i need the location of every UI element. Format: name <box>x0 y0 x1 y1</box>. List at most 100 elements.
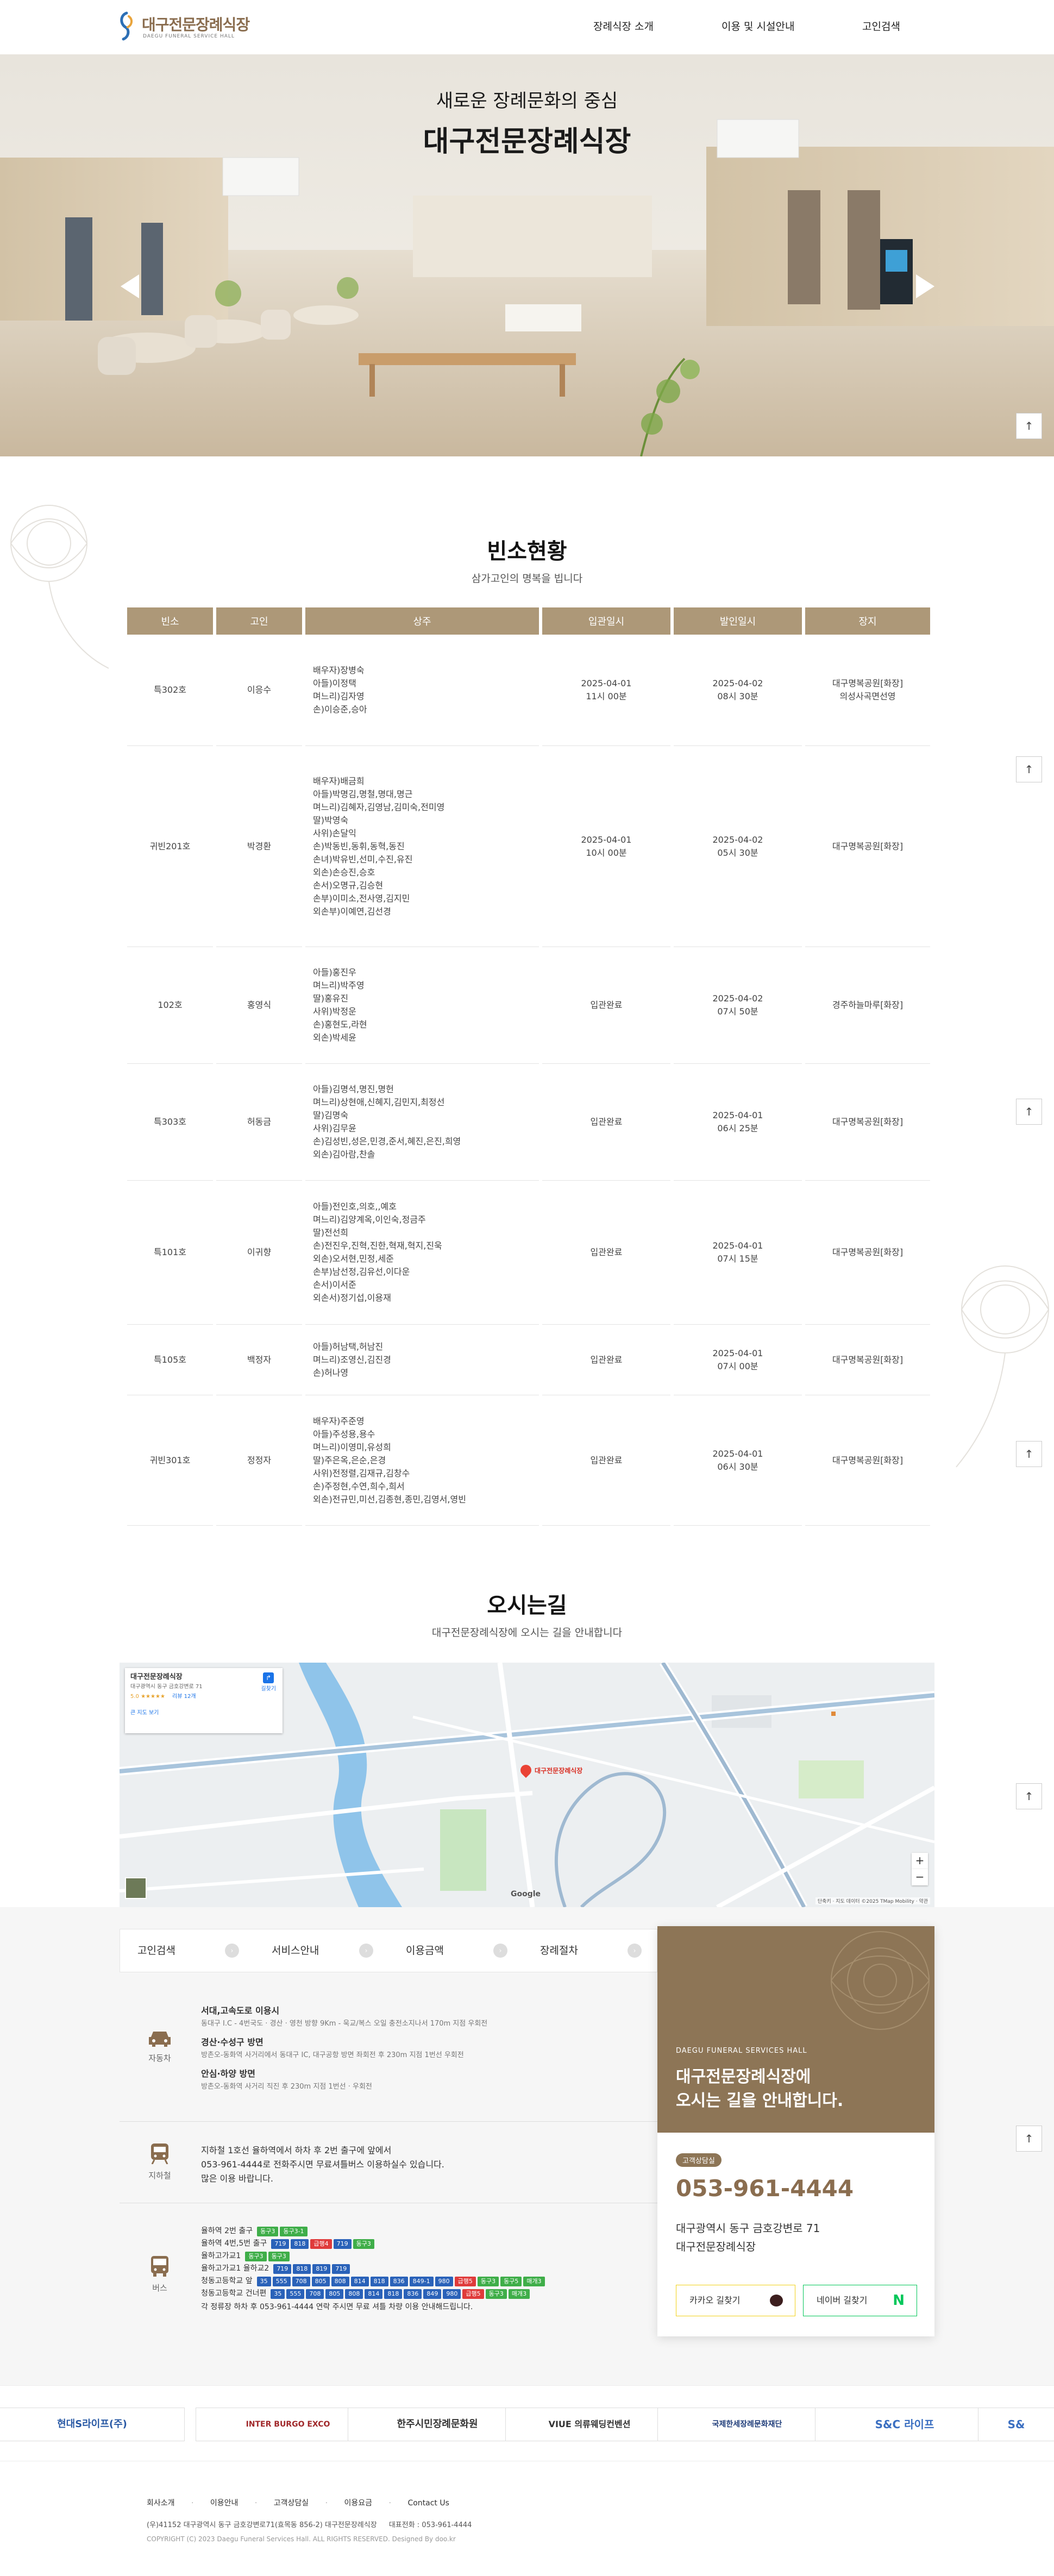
bus-route-badge: 급행5 <box>454 2277 476 2286</box>
nav-search[interactable]: 고인검색 <box>862 18 900 33</box>
entry-cell: 입관완료 <box>542 1325 670 1395</box>
bus-stop-name: 청동고등학교 건너편 <box>201 2289 267 2298</box>
deceased-cell: 이귀향 <box>216 1181 302 1325</box>
scroll-top-button[interactable]: ↑ <box>1016 756 1042 782</box>
info-tabs: 고인검색 › 서비스안내 › 이용금액 › 장례절차 › <box>120 1929 657 1972</box>
scroll-top-button[interactable]: ↑ <box>1016 1441 1042 1467</box>
room-cell: 특302호 <box>127 635 213 746</box>
bus-route-badge: 849-1 <box>409 2277 434 2286</box>
card-headline-2: 오시는 길을 안내합니다. <box>676 2091 844 2110</box>
partner-logo[interactable]: S&C 라이프 <box>815 2408 994 2441</box>
footer-link-prices[interactable]: 이용요금 <box>344 2499 373 2508</box>
burial-cell: 대구명복공원[화장] <box>805 1181 930 1325</box>
map-rating-stars: 5.0 ★★★★★ <box>130 1694 165 1700</box>
mourners-cell: 배우자)배금희 아들)박명김,명철,명대,명근 며느리)김혜자,김영남,김미숙,… <box>305 746 539 947</box>
partner-logo[interactable]: 현대S라이프(주) <box>0 2408 185 2441</box>
nav-about[interactable]: 장례식장 소개 <box>593 18 654 33</box>
column-header: 빈소 <box>127 607 213 635</box>
tab-prices[interactable]: 이용금액 › <box>388 1929 523 1972</box>
card-address-1: 대구광역시 동구 금호강변로 71 <box>676 2222 820 2235</box>
car-icon <box>149 2032 171 2047</box>
card-phone[interactable]: 053-961-4444 <box>676 2175 854 2202</box>
departure-cell: 2025-04-01 07시 00분 <box>674 1325 802 1395</box>
table-row: 특101호 이귀향 아들)전인호,의호,,예호 며느리)김양계옥,이인숙,정금주… <box>127 1181 930 1325</box>
tab-deceased-search[interactable]: 고인검색 › <box>120 1929 254 1972</box>
map-google-logo: Google <box>511 1890 541 1898</box>
entry-cell: 입관완료 <box>542 1395 670 1526</box>
nav-facilities[interactable]: 이용 및 시설안내 <box>722 18 794 33</box>
partner-strip: 현대S라이프(주) INTER BURGO EXCO 한주시민장례문화원 VIU… <box>0 2385 1054 2461</box>
deceased-cell: 박경환 <box>216 746 302 947</box>
burial-cell: 대구명복공원[화장] <box>805 746 930 947</box>
hero-next-arrow-icon[interactable] <box>916 274 934 298</box>
table-row: 102호 홍영식 아들)홍진우 며느리)박주영 딸)홍유진 사위)박정운 손)홍… <box>127 947 930 1064</box>
bus-note: 각 정류장 하차 후 053-961-4444 연락 주시면 무료 셔틀 차량 … <box>201 2303 473 2311</box>
naver-directions-button[interactable]: 네이버 길찾기 N <box>803 2285 917 2316</box>
scroll-top-button[interactable]: ↑ <box>1016 1099 1042 1125</box>
partner-logo[interactable]: VIUE 의류웨딩컨벤션 <box>505 2408 674 2441</box>
car-text: 서대,고속도로 이용시 동대구 I.C - 4번국도 · 경산 · 영천 방향 … <box>201 2004 487 2094</box>
entry-cell: 입관완료 <box>542 1064 670 1181</box>
footer-link-about[interactable]: 회사소개 <box>147 2499 175 2508</box>
map-marker-label: 대구전문장례식장 <box>535 1767 583 1775</box>
subway-text: 지하철 1호선 율하역에서 하차 후 2번 출구에 앞에서 053-961-44… <box>201 2143 444 2186</box>
tab-label: 서비스안내 <box>272 1945 319 1957</box>
bus-route-badge: 급행4 <box>310 2239 332 2249</box>
bus-route-badge: 동구3-1 <box>280 2227 308 2236</box>
bus-route-badge: 814 <box>350 2277 369 2286</box>
bus-route-badge: 836 <box>404 2289 422 2299</box>
bus-stop-line: 청동고등학교 건너편 35 555 708 805 808 814 818 836 849 980 급… <box>201 2287 547 2300</box>
directions-section-subtitle: 대구전문장례식장에 오시는 길을 안내합니다 <box>431 1627 623 1639</box>
bus-route-badge: 719 <box>271 2239 290 2249</box>
map-zoom-in-button[interactable]: + <box>912 1853 928 1869</box>
room-cell: 특303호 <box>127 1064 213 1181</box>
partner-logo[interactable]: S& <box>978 2408 1054 2441</box>
footer-separator: · <box>388 2499 391 2508</box>
kakao-directions-button[interactable]: 카카오 길찾기 <box>676 2285 795 2316</box>
footer-link-contact[interactable]: Contact Us <box>407 2499 449 2508</box>
scroll-top-button[interactable]: ↑ <box>1016 1783 1042 1809</box>
logo-subtitle: DAEGU FUNERAL SERVICE HALL <box>143 34 235 39</box>
room-cell: 특101호 <box>127 1181 213 1325</box>
site-logo[interactable]: 대구전문장례식장 DAEGU FUNERAL SERVICE HALL <box>117 11 258 43</box>
tab-procedure[interactable]: 장례절차 › <box>523 1929 657 1972</box>
tab-label: 고인검색 <box>137 1945 175 1957</box>
map-zoom-out-button[interactable]: − <box>912 1869 928 1885</box>
subway-icon-block: 지하철 <box>147 2142 173 2181</box>
map-satellite-toggle[interactable] <box>125 1877 147 1899</box>
directions-section-title: 오시는길 <box>487 1593 567 1618</box>
car-route-head: 서대,고속도로 이용시 <box>201 2005 280 2016</box>
entry-cell: 입관완료 <box>542 1181 670 1325</box>
partner-logo[interactable]: 국제한세장례문화재단 <box>657 2408 837 2441</box>
footer-links: 회사소개 · 이용안내 · 고객상담실 · 이용요금 · Contact Us <box>147 2497 449 2508</box>
footer-separator: · <box>254 2499 258 2508</box>
footer-address: (우)41152 대구광역시 동구 금호강변로71(효목동 856-2) 대구전… <box>147 2521 377 2529</box>
tab-services[interactable]: 서비스안내 › <box>254 1929 388 1972</box>
deceased-cell: 허동금 <box>216 1064 302 1181</box>
deceased-cell: 홍영식 <box>216 947 302 1064</box>
partner-logo[interactable]: 한주시민장례문화원 <box>348 2408 527 2441</box>
bus-route-badge: 동구3 <box>245 2252 267 2261</box>
subway-label: 지하철 <box>148 2171 171 2180</box>
deceased-cell: 백정자 <box>216 1325 302 1395</box>
subway-line: 많은 이용 바랍니다. <box>201 2173 274 2184</box>
google-map[interactable]: 대구전문장례식장 대구광역시 동구 금호강변로 71 5.0 ★★★★★ 리뷰 … <box>120 1663 934 1907</box>
car-route-head: 경산·수성구 방면 <box>201 2037 264 2047</box>
site-header: 대구전문장례식장 DAEGU FUNERAL SERVICE HALL 장례식장… <box>0 0 1054 54</box>
deceased-cell: 이응수 <box>216 635 302 746</box>
map-bigger-link[interactable]: 큰 지도 보기 <box>130 1708 277 1718</box>
scroll-top-button[interactable]: ↑ <box>1016 413 1042 439</box>
hero-prev-arrow-icon[interactable] <box>121 274 139 298</box>
bus-route-badge: 808 <box>345 2289 363 2299</box>
bus-route-badge: 719 <box>273 2264 292 2274</box>
map-route-button[interactable]: ↱ 길찾기 <box>261 1672 276 1694</box>
table-row: 특303호 허동금 아들)김명석,명진,명헌 며느리)상현애,신혜지,김민지,최… <box>127 1064 930 1181</box>
scroll-top-button[interactable]: ↑ <box>1016 2126 1042 2152</box>
bus-route-badge: 818 <box>370 2277 388 2286</box>
bus-stop-line: 율하역 2번 출구 동구3 동구3-1 <box>201 2225 547 2237</box>
map-reviews-link[interactable]: 리뷰 12개 <box>172 1694 196 1700</box>
column-header: 발인일시 <box>674 607 802 635</box>
burial-cell: 대구명복공원[화장] 의성사곡면선영 <box>805 635 930 746</box>
footer-link-support[interactable]: 고객상담실 <box>274 2499 309 2508</box>
footer-link-guide[interactable]: 이용안내 <box>210 2499 239 2508</box>
